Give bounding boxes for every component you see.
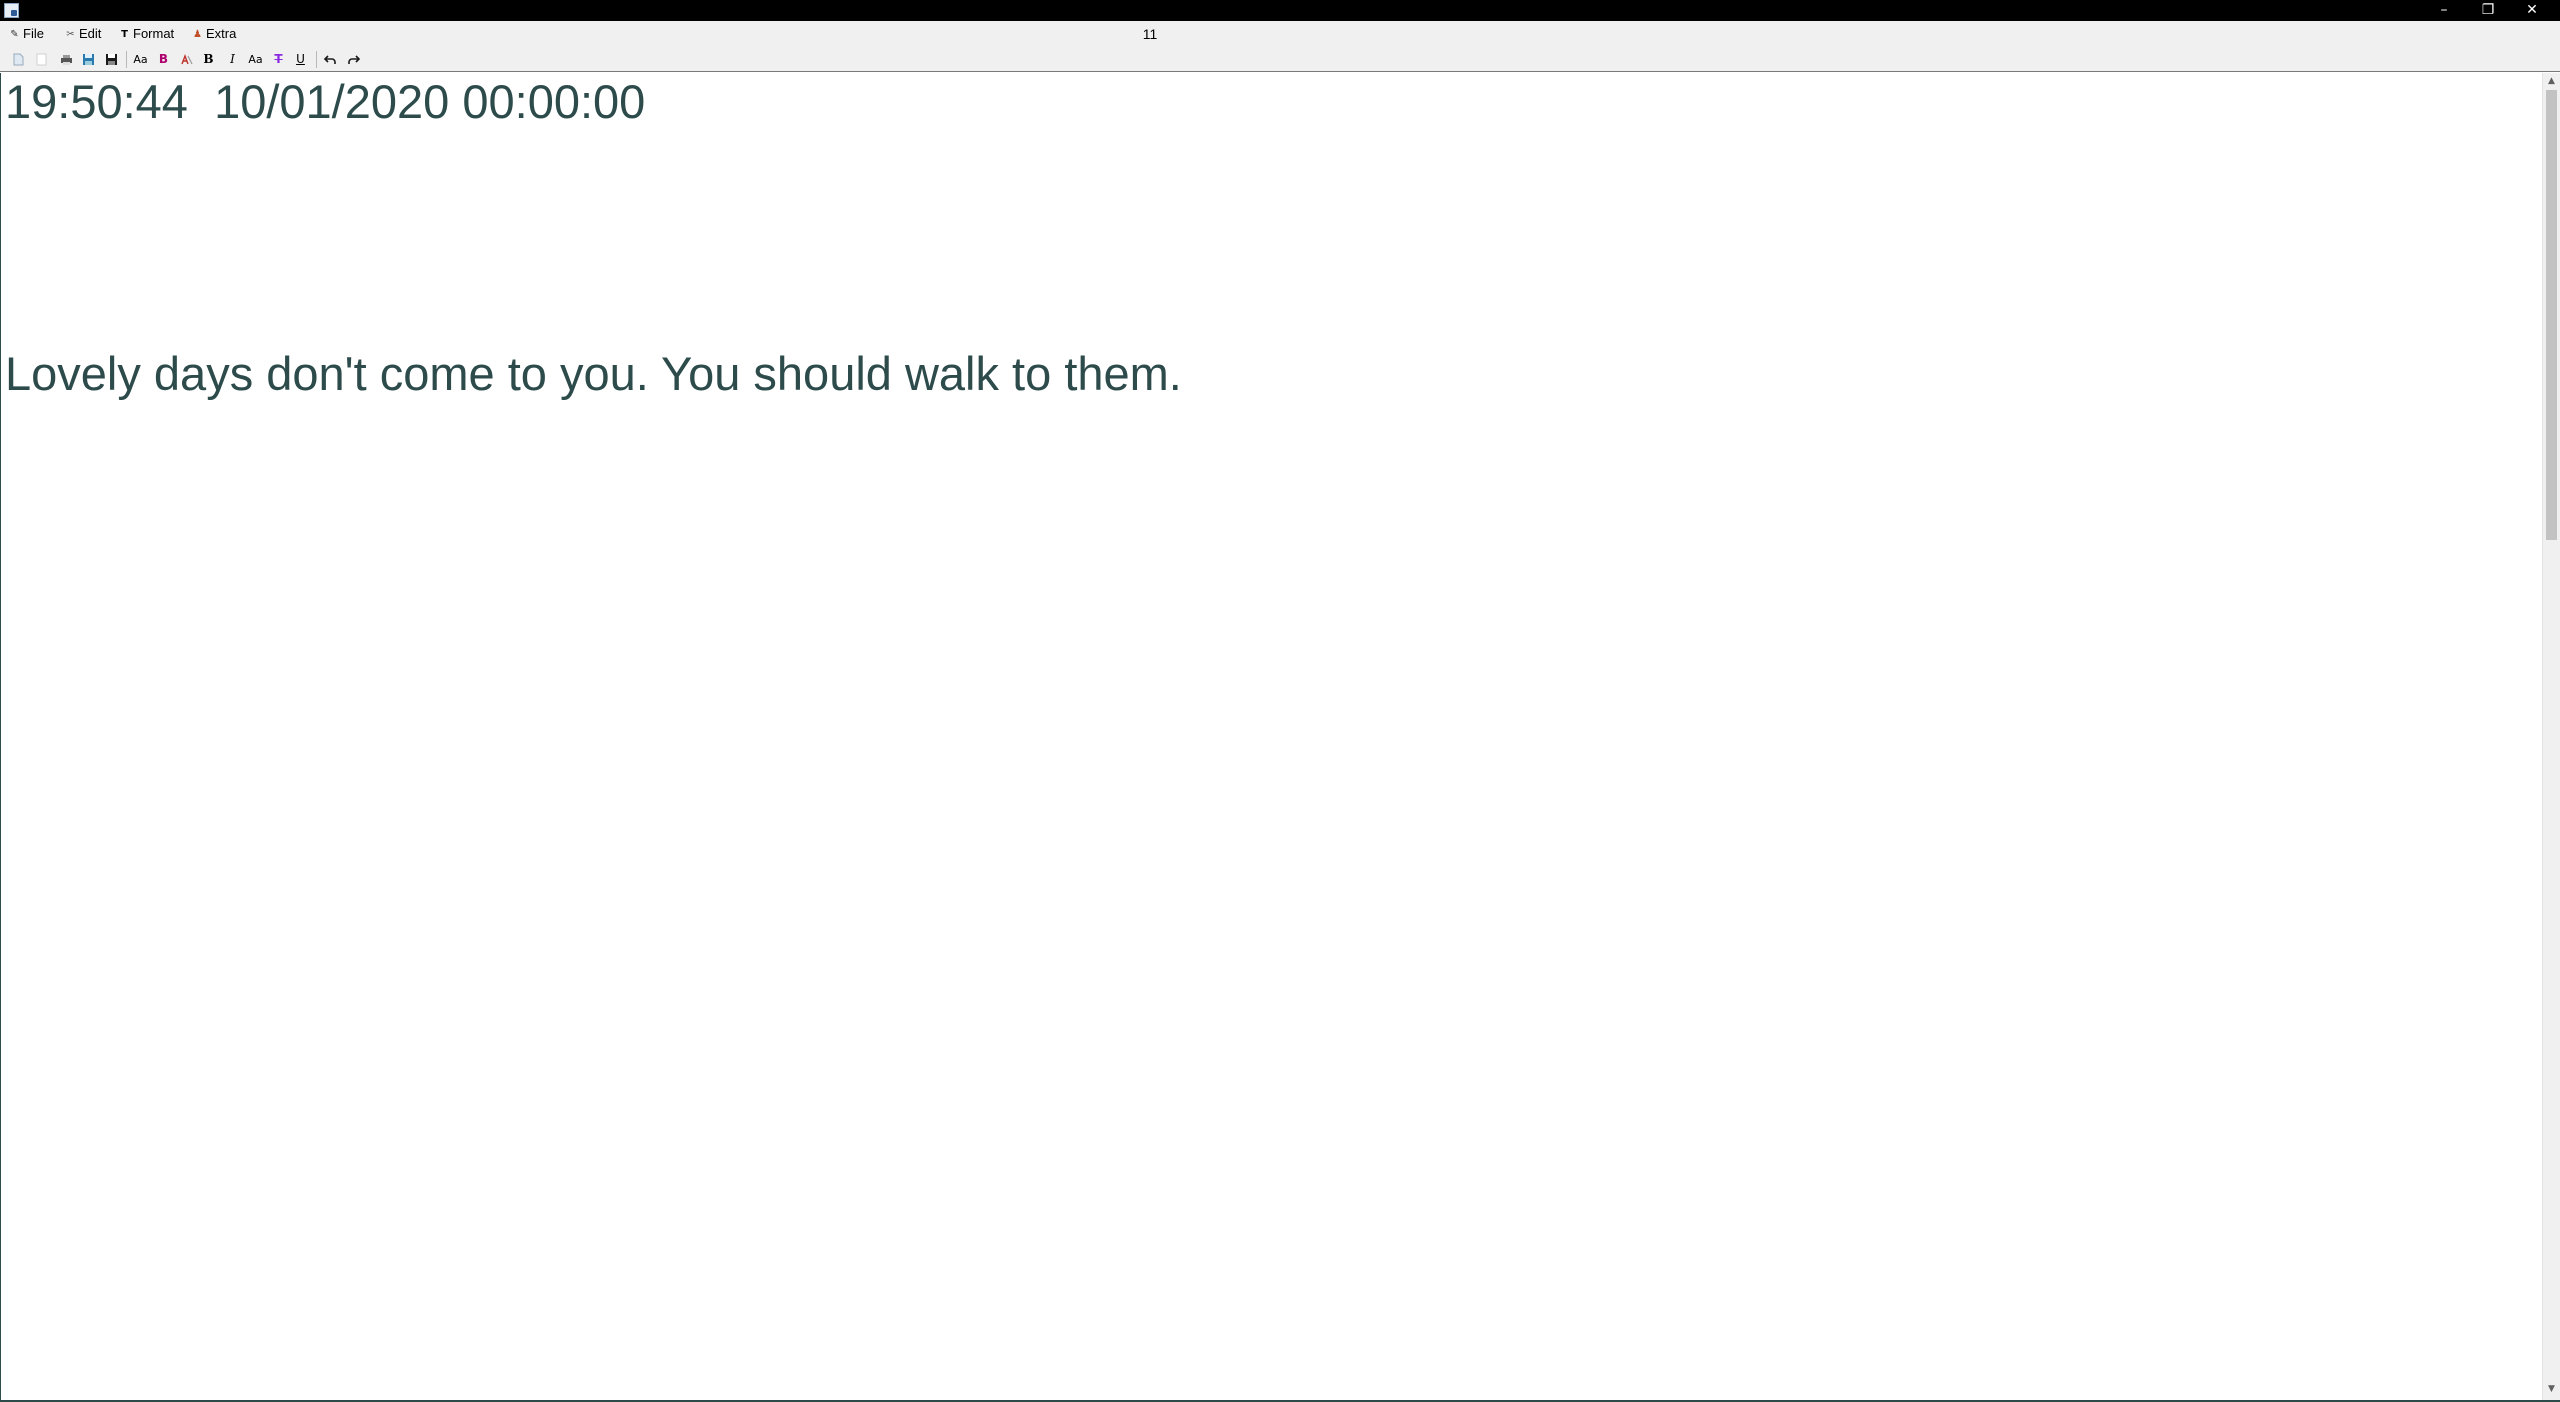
scroll-up-icon[interactable]: ▲ (2543, 73, 2560, 90)
toolbar-separator (126, 51, 127, 68)
minimize-button[interactable]: – (2422, 0, 2466, 21)
scrollbar-thumb[interactable] (2546, 90, 2557, 540)
restore-button[interactable]: ❐ (2466, 0, 2510, 21)
blank-page-icon[interactable] (33, 51, 50, 68)
timestamp-line: 19:50:44 10/01/2020 00:00:00 (5, 75, 646, 128)
menu-extra[interactable]: ♟ Extra (192, 25, 236, 43)
text-color-button[interactable]: B (155, 51, 172, 68)
close-button[interactable]: ✕ (2510, 0, 2554, 21)
underline-button[interactable]: U (292, 51, 309, 68)
redo-icon[interactable] (345, 51, 362, 68)
toolbar: Aa B B I Aa T U (0, 46, 2560, 72)
text-editor[interactable]: 19:50:44 10/01/2020 00:00:00 Lovely days… (0, 73, 2542, 1400)
change-case-button[interactable]: Aa (247, 51, 264, 68)
menu-extra-label: Extra (206, 26, 237, 41)
menu-edit-label: Edit (79, 26, 102, 41)
strikethrough-button[interactable]: T (270, 51, 287, 68)
menu-format[interactable]: T Format (119, 25, 174, 43)
italic-button[interactable]: I (224, 51, 241, 68)
toolbar-separator (316, 51, 317, 68)
app-icon[interactable] (4, 3, 19, 18)
menu-file-label: File (23, 26, 44, 41)
print-icon[interactable] (58, 51, 75, 68)
quote-line: Lovely days don't come to you. You shoul… (5, 347, 1182, 400)
bold-button[interactable]: B (200, 51, 217, 68)
menu-file[interactable]: ✎ File (9, 25, 44, 43)
format-icon: T (121, 28, 128, 40)
save-as-icon[interactable] (80, 51, 97, 68)
new-icon[interactable] (10, 51, 27, 68)
pen-icon: ✎ (10, 28, 19, 40)
menu-edit[interactable]: ✂ Edit (65, 25, 101, 43)
scroll-down-icon[interactable]: ▼ (2543, 1381, 2560, 1398)
menu-format-label: Format (133, 26, 175, 41)
highlight-icon[interactable] (178, 51, 195, 68)
document-title: 11 (1142, 26, 1158, 42)
edit-icon: ✂ (66, 28, 75, 40)
extra-icon: ♟ (193, 28, 202, 40)
font-size-button[interactable]: Aa (132, 51, 149, 68)
window-title-bar: – ❐ ✕ (0, 0, 2560, 21)
save-icon[interactable] (103, 51, 120, 68)
vertical-scrollbar[interactable]: ▲ ▼ (2542, 73, 2560, 1402)
undo-icon[interactable] (322, 51, 339, 68)
